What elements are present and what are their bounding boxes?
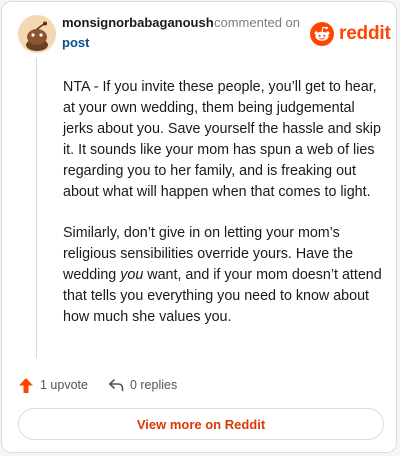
avatar[interactable] [18,15,56,53]
upvote-count: 1 upvote [40,378,88,392]
reply-arrow-icon [108,379,124,392]
comment-emphasis: you [120,267,144,283]
commented-on-text: commented on [214,15,300,30]
view-more-on-reddit-button[interactable]: View more on Reddit [18,408,384,440]
comment-actions: 1 upvote 0 replies [18,376,177,394]
author-username[interactable]: monsignorbabaganoush [62,15,214,30]
replies-button[interactable]: 0 replies [108,378,177,392]
reddit-logo[interactable]: reddit [310,22,391,46]
replies-count: 0 replies [129,378,178,392]
reddit-wordmark: reddit [339,23,391,44]
comment-body: NTA - If you invite these people, you’ll… [63,77,383,348]
upvote-button[interactable]: 1 upvote [18,377,88,394]
reddit-comment-embed: monsignorbabaganoush commented on post r… [1,1,397,453]
avatar-snoo-icon [18,15,56,53]
post-link[interactable]: post [62,35,89,50]
thread-line [36,58,37,358]
upvote-arrow-icon [19,377,33,393]
comment-paragraph-2: Similarly, don’t give in on letting your… [63,223,383,328]
comment-paragraph-1: NTA - If you invite these people, you’ll… [63,79,381,200]
reddit-snoo-icon [310,22,334,46]
